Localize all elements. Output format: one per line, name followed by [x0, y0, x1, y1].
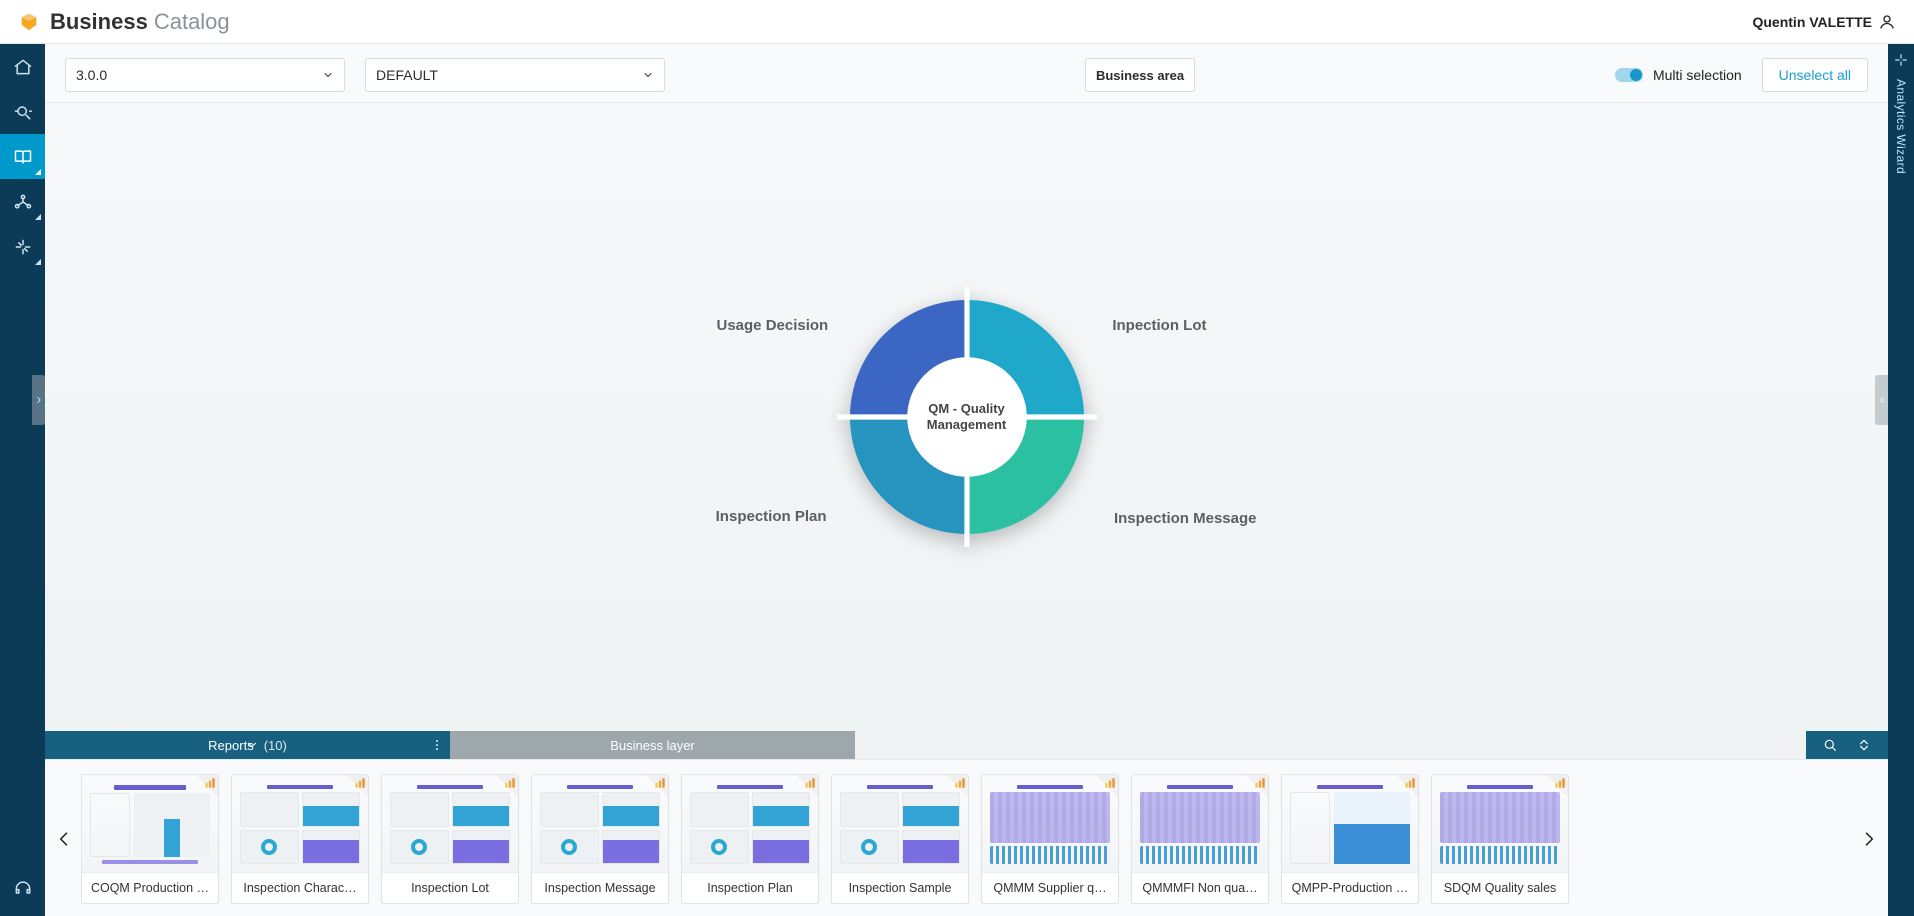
toggle-switch-icon	[1615, 68, 1643, 82]
nav-sparkle[interactable]	[0, 224, 45, 269]
profile-select[interactable]: DEFAULT	[365, 58, 665, 92]
report-card[interactable]: SDQM Quality sales	[1431, 774, 1569, 904]
report-card[interactable]: Inspection Sample	[831, 774, 969, 904]
version-select[interactable]: 3.0.0	[65, 58, 345, 92]
sparkle-icon	[13, 237, 33, 257]
wizard-icon	[1893, 52, 1909, 73]
report-thumbnail	[1432, 775, 1568, 873]
right-panel-expand[interactable]	[1875, 375, 1888, 425]
report-thumbnail	[232, 775, 368, 873]
report-card-label: COQM Production …	[82, 873, 218, 903]
reports-carousel: COQM Production … Inspection Charac… Inspe…	[45, 759, 1888, 916]
chevron-left-icon	[54, 829, 74, 849]
more-vertical-icon[interactable]	[430, 738, 444, 752]
report-card-label: QMMMFI Non qua…	[1132, 873, 1268, 903]
report-thumbnail	[82, 775, 218, 873]
user-icon	[1878, 13, 1896, 31]
donut-label-tl: Usage Decision	[717, 317, 827, 334]
multi-selection-toggle[interactable]: Multi selection	[1615, 67, 1742, 83]
tab-business-layer[interactable]: Business layer	[450, 731, 855, 759]
analytics-wizard-label: Analytics Wizard	[1894, 79, 1908, 174]
donut-label-tr: Inpection Lot	[1112, 317, 1206, 334]
tab-tools	[1806, 731, 1888, 759]
report-thumbnail	[382, 775, 518, 873]
app-subtitle: Catalog	[154, 9, 230, 35]
donut-center-label: QM - Quality Management	[837, 287, 1097, 547]
chevron-left-icon	[1877, 395, 1887, 405]
chevron-right-icon	[34, 395, 44, 405]
report-card[interactable]: Inspection Lot	[381, 774, 519, 904]
expand-collapse-icon[interactable]	[1856, 737, 1872, 753]
tab-layer-label: Business layer	[610, 738, 695, 753]
chevron-down-icon	[322, 69, 334, 81]
chevron-down-icon	[642, 69, 654, 81]
report-card-label: Inspection Plan	[682, 873, 818, 903]
tab-reports[interactable]: Reports (10)	[45, 731, 450, 759]
report-card-label: QMMM Supplier q…	[982, 873, 1118, 903]
report-thumbnail	[682, 775, 818, 873]
report-thumbnail	[1282, 775, 1418, 873]
report-card[interactable]: QMMM Supplier q…	[981, 774, 1119, 904]
report-thumbnail	[532, 775, 668, 873]
scope-select[interactable]: Business area	[1085, 58, 1195, 92]
chevron-right-icon	[1859, 829, 1879, 849]
report-card[interactable]: Inspection Charac…	[231, 774, 369, 904]
version-value: 3.0.0	[76, 67, 107, 83]
app-logo-icon	[18, 11, 40, 33]
report-thumbnail	[1132, 775, 1268, 873]
home-icon	[13, 57, 33, 77]
user-menu[interactable]: Quentin VALETTE	[1752, 13, 1896, 31]
search-icon[interactable]	[1822, 737, 1838, 753]
donut-label-br: Inspection Message	[1114, 510, 1257, 527]
report-card-label: SDQM Quality sales	[1432, 873, 1568, 903]
app-title: Business	[50, 9, 148, 35]
report-thumbnail	[832, 775, 968, 873]
report-card[interactable]: COQM Production …	[81, 774, 219, 904]
multi-selection-label: Multi selection	[1653, 67, 1742, 83]
domain-donut: QM - Quality Management Usage Decision I…	[837, 287, 1097, 547]
nav-home[interactable]	[0, 44, 45, 89]
diagram-canvas: QM - Quality Management Usage Decision I…	[45, 103, 1888, 731]
report-card-label: Inspection Message	[532, 873, 668, 903]
profile-value: DEFAULT	[376, 67, 438, 83]
scope-value: Business area	[1096, 68, 1184, 83]
report-card-label: Inspection Lot	[382, 873, 518, 903]
report-thumbnail	[982, 775, 1118, 873]
left-nav	[0, 44, 45, 916]
nav-help[interactable]	[0, 871, 45, 916]
report-card[interactable]: Inspection Plan	[681, 774, 819, 904]
chevron-down-icon	[245, 738, 259, 752]
report-card[interactable]: Inspection Message	[531, 774, 669, 904]
search-scan-icon	[13, 102, 33, 122]
report-card-label: Inspection Sample	[832, 873, 968, 903]
help-headset-icon	[13, 878, 33, 898]
left-panel-expand[interactable]	[32, 375, 45, 425]
app-header: Business Catalog Quentin VALETTE	[0, 0, 1914, 44]
nav-graph[interactable]	[0, 179, 45, 224]
donut-label-bl: Inspection Plan	[707, 508, 827, 525]
nav-catalog[interactable]	[0, 134, 45, 179]
report-card[interactable]: QMMMFI Non qua…	[1131, 774, 1269, 904]
report-card-label: QMPP-Production …	[1282, 873, 1418, 903]
tab-reports-count: (10)	[264, 738, 287, 753]
main-area: 3.0.0 DEFAULT Business area Multi select…	[45, 44, 1888, 916]
carousel-next[interactable]	[1856, 804, 1882, 874]
report-card-label: Inspection Charac…	[232, 873, 368, 903]
book-open-icon	[13, 147, 33, 167]
user-name: Quentin VALETTE	[1752, 14, 1872, 30]
network-icon	[13, 192, 33, 212]
bottom-tabs: Reports (10) Business layer	[45, 731, 1888, 759]
report-card[interactable]: QMPP-Production …	[1281, 774, 1419, 904]
analytics-wizard-bar[interactable]: Analytics Wizard	[1888, 44, 1914, 916]
unselect-all-button[interactable]: Unselect all	[1762, 58, 1868, 92]
nav-deep-search[interactable]	[0, 89, 45, 134]
filter-toolbar: 3.0.0 DEFAULT Business area Multi select…	[45, 44, 1888, 103]
carousel-prev[interactable]	[51, 804, 77, 874]
